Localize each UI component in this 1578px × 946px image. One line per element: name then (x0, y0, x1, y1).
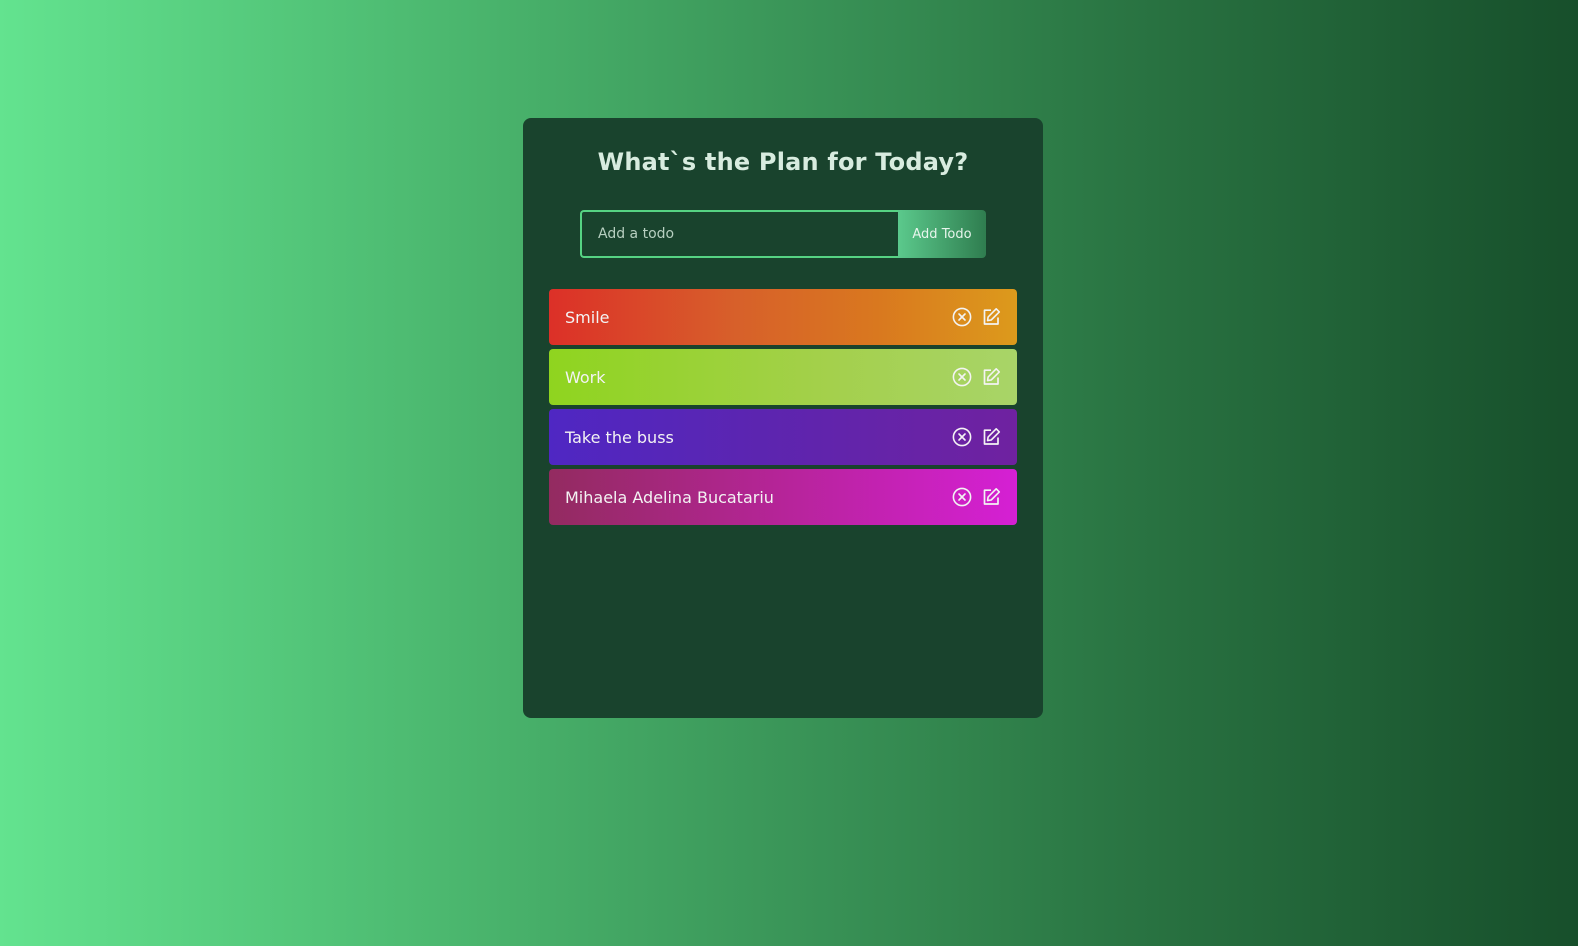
todo-item-text[interactable]: Take the buss (565, 428, 674, 447)
todo-item-actions (952, 487, 1001, 507)
todo-app: What`s the Plan for Today? Add Todo Smil… (523, 118, 1043, 718)
todo-item-text[interactable]: Mihaela Adelina Bucatariu (565, 488, 774, 507)
edit-icon[interactable] (981, 487, 1001, 507)
circle-x-icon[interactable] (952, 307, 972, 327)
todo-item[interactable]: Smile (549, 289, 1017, 345)
todo-item-actions (952, 307, 1001, 327)
todo-item-actions (952, 427, 1001, 447)
edit-icon[interactable] (981, 427, 1001, 447)
edit-icon[interactable] (981, 367, 1001, 387)
todo-item-text[interactable]: Smile (565, 308, 609, 327)
todo-input[interactable] (580, 210, 898, 258)
circle-x-icon[interactable] (952, 367, 972, 387)
todo-item[interactable]: Work (549, 349, 1017, 405)
add-todo-button[interactable]: Add Todo (898, 210, 986, 258)
todo-item[interactable]: Take the buss (549, 409, 1017, 465)
todo-list: Smile Work Take the buss Mihaela Adelina… (549, 289, 1017, 529)
circle-x-icon[interactable] (952, 427, 972, 447)
edit-icon[interactable] (981, 307, 1001, 327)
todo-item-actions (952, 367, 1001, 387)
page-title: What`s the Plan for Today? (597, 148, 969, 176)
todo-form: Add Todo (580, 210, 986, 258)
todo-item[interactable]: Mihaela Adelina Bucatariu (549, 469, 1017, 525)
todo-item-text[interactable]: Work (565, 368, 606, 387)
circle-x-icon[interactable] (952, 487, 972, 507)
